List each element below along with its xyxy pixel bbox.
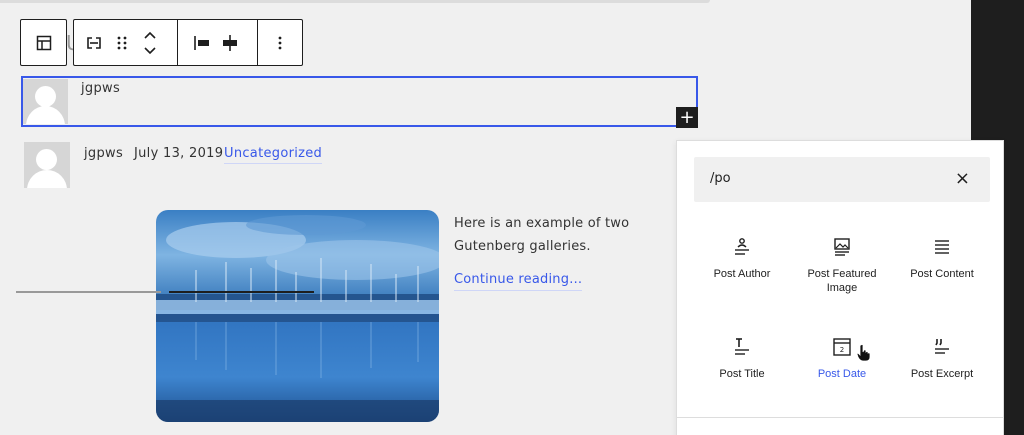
block-post-date[interactable]: 2 Post Date: [792, 323, 892, 423]
block-label: Post Date: [817, 368, 867, 380]
avatar: [23, 79, 68, 124]
transform-icon: [87, 36, 101, 49]
author-name: jgpws: [81, 81, 121, 96]
block-post-content[interactable]: Post Content: [892, 223, 992, 323]
block-label: Post Author: [713, 268, 771, 280]
block-label: Post Featured Image: [807, 268, 877, 294]
marina-photo: [156, 210, 439, 422]
post-author-icon: [735, 238, 749, 255]
continue-reading-link[interactable]: Continue reading…: [454, 272, 583, 291]
block-inserter-button[interactable]: +: [676, 107, 698, 128]
drag-handle[interactable]: [108, 25, 136, 61]
block-label: Post Content: [910, 268, 974, 280]
move-up-down-icon: [144, 31, 156, 54]
post-author: jgpws: [84, 146, 124, 161]
drag-handle-icon: [117, 36, 127, 49]
popover-divider: [677, 417, 1003, 418]
post-category-link[interactable]: Uncategorized: [224, 146, 323, 164]
post-content-icon: [935, 240, 949, 254]
hand-cursor-icon: [856, 344, 871, 362]
post-date: July 13, 2019: [134, 146, 224, 161]
post-featured-image-icon: [834, 238, 850, 256]
move-up-down-button[interactable]: [136, 25, 164, 61]
post-author-block-selected[interactable]: jgpws: [21, 76, 698, 127]
align-center-icon: [223, 34, 237, 51]
block-post-excerpt[interactable]: Post Excerpt: [892, 323, 992, 423]
more-options-button[interactable]: [266, 25, 294, 61]
post-title-icon: [735, 338, 749, 355]
featured-image[interactable]: [156, 210, 439, 422]
svg-text:2: 2: [840, 346, 844, 354]
block-search: ×: [694, 157, 990, 202]
transform-button[interactable]: [80, 25, 108, 61]
footer-button-edge: [169, 291, 314, 293]
align-left-icon: [194, 35, 209, 50]
top-edge: [0, 0, 710, 3]
avatar: [24, 142, 70, 188]
post-date-icon: 2: [833, 338, 851, 356]
clear-search-button[interactable]: ×: [955, 168, 970, 189]
post-excerpt-icon: [935, 339, 949, 354]
post-excerpt: Here is an example of two Gutenberg gall…: [454, 216, 630, 254]
block-search-input[interactable]: [710, 171, 930, 186]
block-label: Post Title: [719, 368, 765, 380]
select-parent-button[interactable]: [20, 19, 67, 66]
layout-icon: [36, 35, 51, 50]
block-toolbar: [73, 19, 303, 66]
align-center-button[interactable]: [216, 25, 244, 61]
more-options-icon: [278, 36, 282, 49]
block-post-author[interactable]: Post Author: [692, 223, 792, 323]
block-label: Post Excerpt: [910, 368, 974, 380]
block-post-title[interactable]: Post Title: [692, 323, 792, 423]
block-post-featured-image[interactable]: Post Featured Image: [792, 223, 892, 323]
browse-all-button-edge: [16, 291, 161, 293]
align-left-button[interactable]: [188, 25, 216, 61]
block-inserter-popover: × Post Author Post Featured Image: [676, 140, 1004, 435]
block-results-grid: Post Author Post Featured Image Post Con…: [692, 223, 992, 423]
